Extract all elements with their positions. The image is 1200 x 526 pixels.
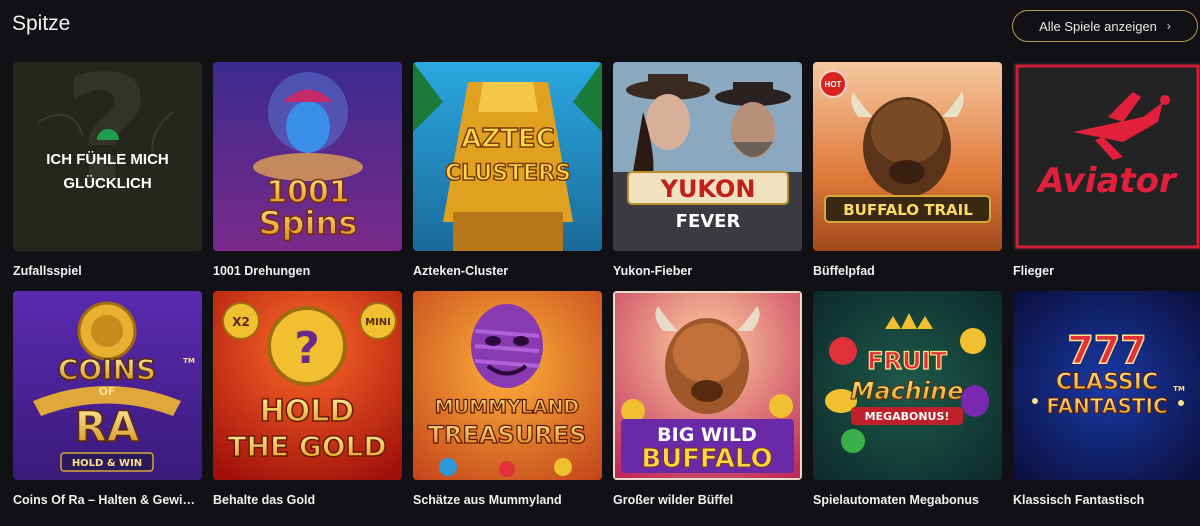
game-title[interactable]: Büffelpfad xyxy=(813,264,1002,278)
game-thumbnail[interactable]: ? X2 MINI HOLD THE GOLD xyxy=(213,291,402,480)
game-art-yukon-fever: YUKON FEVER xyxy=(613,62,802,251)
game-card-1001-spins[interactable]: 1001 Spins 1001 Drehungen xyxy=(213,62,402,291)
logo-text: CLUSTERS xyxy=(445,161,571,186)
game-thumbnail[interactable]: MUMMYLAND TREASURES xyxy=(413,291,602,480)
game-title[interactable]: Schätze aus Mummyland xyxy=(413,493,602,507)
logo-text: HOLD & WIN xyxy=(72,458,142,469)
game-card-big-wild-buffalo[interactable]: BIG WILD BUFFALO Großer wilder Büffel xyxy=(613,291,802,520)
section-title: Spitze xyxy=(12,12,71,35)
logo-text: FEVER xyxy=(676,211,741,232)
logo-text: THE GOLD xyxy=(227,430,386,463)
question-mark-icon: ? xyxy=(294,323,320,374)
game-thumbnail[interactable]: YUKON FEVER xyxy=(613,62,802,251)
logo-text: TM xyxy=(1173,385,1185,393)
game-art-mummyland-treasures: MUMMYLAND TREASURES xyxy=(413,291,602,480)
game-thumbnail[interactable]: BIG WILD BUFFALO xyxy=(613,291,802,480)
logo-text: BUFFALO xyxy=(641,444,772,474)
show-all-games-label: Alle Spiele anzeigen xyxy=(1039,18,1157,34)
game-art-hold-the-gold: ? X2 MINI HOLD THE GOLD xyxy=(213,291,402,480)
game-title[interactable]: 1001 Drehungen xyxy=(213,264,402,278)
logo-text: Spins xyxy=(259,204,358,242)
game-card-yukon-fever[interactable]: YUKON FEVER Yukon-Fieber xyxy=(613,62,802,291)
game-art-aviator: Aviator xyxy=(1013,62,1200,251)
game-thumbnail[interactable]: 1001 Spins xyxy=(213,62,402,251)
game-art-1001-spins: 1001 Spins xyxy=(213,62,402,251)
hot-badge: HOT xyxy=(819,70,847,98)
logo-text: BIG WILD xyxy=(657,424,757,446)
overlay-line-2: GLÜCKLICH xyxy=(63,175,152,192)
logo-text: YUKON xyxy=(660,175,756,203)
games-grid: ? ICH FÜHLE MICH GLÜCKLICH Zufallsspiel xyxy=(13,62,1200,520)
game-art-classic-fantastic: 777 CLASSIC FANTASTIC TM xyxy=(1013,291,1200,480)
logo-text: TREASURES xyxy=(428,421,587,449)
game-card-fruit-machine-megabonus[interactable]: FRUIT Machine MEGABONUS! Spielautomaten … xyxy=(813,291,1002,520)
logo-text: HOLD xyxy=(260,394,355,429)
logo-text: CLASSIC xyxy=(1056,370,1158,395)
game-card-aztec-clusters[interactable]: AZTEC CLUSTERS Azteken-Cluster xyxy=(413,62,602,291)
game-title[interactable]: Klassisch Fantastisch xyxy=(1013,493,1200,507)
logo-text: MUMMYLAND xyxy=(435,396,579,418)
game-thumbnail[interactable]: ? ICH FÜHLE MICH GLÜCKLICH xyxy=(13,62,202,251)
random-game-overlay: ICH FÜHLE MICH GLÜCKLICH xyxy=(13,148,202,196)
logo-text: FANTASTIC xyxy=(1046,394,1167,418)
logo-text: X2 xyxy=(232,315,250,329)
logo-text: FRUIT xyxy=(867,347,947,375)
game-card-buffalo-trail[interactable]: BUFFALO TRAIL HOT Büffelpfad xyxy=(813,62,1002,291)
game-card-aviator[interactable]: Aviator Flieger xyxy=(1013,62,1200,291)
logo-text: OF xyxy=(99,385,116,398)
chevron-right-icon: › xyxy=(1166,19,1171,33)
game-title[interactable]: Behalte das Gold xyxy=(213,493,402,507)
section-header: Spitze Alle Spiele anzeigen › xyxy=(0,0,1200,52)
game-card-random[interactable]: ? ICH FÜHLE MICH GLÜCKLICH Zufallsspiel xyxy=(13,62,202,291)
game-card-coins-of-ra[interactable]: COINS OF RA HOLD & WIN TM Coins Of Ra – … xyxy=(13,291,202,520)
logo-text: AZTEC xyxy=(461,124,555,154)
logo-text: TM xyxy=(183,357,195,365)
logo-text: 777 xyxy=(1067,328,1146,372)
game-art-big-wild-buffalo: BIG WILD BUFFALO xyxy=(613,291,802,480)
show-all-games-button[interactable]: Alle Spiele anzeigen › xyxy=(1012,10,1198,42)
game-title[interactable]: Yukon-Fieber xyxy=(613,264,802,278)
logo-text: Machine xyxy=(851,377,964,405)
logo-text: Aviator xyxy=(1035,161,1178,201)
game-card-classic-fantastic[interactable]: 777 CLASSIC FANTASTIC TM Klassisch Fanta… xyxy=(1013,291,1200,520)
game-title[interactable]: Coins Of Ra – Halten & Gewinnen xyxy=(13,493,202,507)
game-art-coins-of-ra: COINS OF RA HOLD & WIN TM xyxy=(13,291,202,480)
game-card-mummyland-treasures[interactable]: MUMMYLAND TREASURES Schätze aus Mummylan… xyxy=(413,291,602,520)
overlay-line-1: ICH FÜHLE MICH xyxy=(46,151,169,168)
logo-text: MINI xyxy=(365,317,391,328)
logo-text: BUFFALO TRAIL xyxy=(843,201,973,219)
game-title[interactable]: Flieger xyxy=(1013,264,1200,278)
game-art-aztec-clusters: AZTEC CLUSTERS xyxy=(413,62,602,251)
game-title[interactable]: Azteken-Cluster xyxy=(413,264,602,278)
logo-text: COINS xyxy=(58,353,156,386)
game-thumbnail[interactable]: AZTEC CLUSTERS xyxy=(413,62,602,251)
game-thumbnail[interactable]: 777 CLASSIC FANTASTIC TM xyxy=(1013,291,1200,480)
game-card-hold-the-gold[interactable]: ? X2 MINI HOLD THE GOLD Behalte das Gold xyxy=(213,291,402,520)
game-thumbnail[interactable]: Aviator xyxy=(1013,62,1200,251)
game-thumbnail[interactable]: COINS OF RA HOLD & WIN TM xyxy=(13,291,202,480)
game-thumbnail[interactable]: FRUIT Machine MEGABONUS! xyxy=(813,291,1002,480)
game-thumbnail[interactable]: BUFFALO TRAIL HOT xyxy=(813,62,1002,251)
logo-text: MEGABONUS! xyxy=(865,410,950,423)
game-title[interactable]: Zufallsspiel xyxy=(13,264,202,278)
logo-text: RA xyxy=(75,402,140,451)
game-art-fruit-machine: FRUIT Machine MEGABONUS! xyxy=(813,291,1002,480)
game-title[interactable]: Spielautomaten Megabonus xyxy=(813,493,1002,507)
game-title[interactable]: Großer wilder Büffel xyxy=(613,493,802,507)
